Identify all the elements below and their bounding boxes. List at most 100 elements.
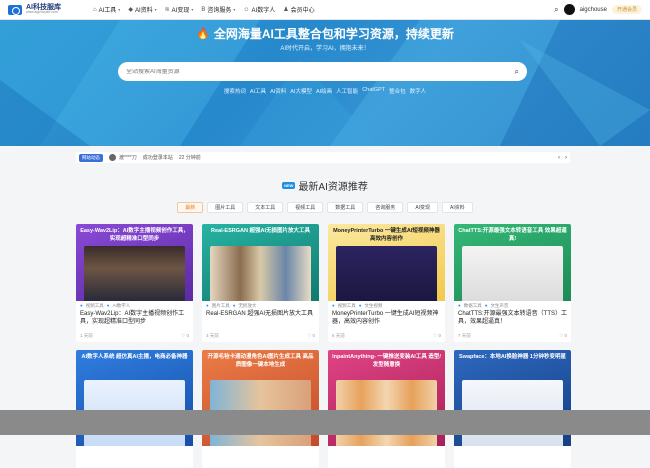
vip-button[interactable]: 开通会员 <box>611 5 642 14</box>
nav-label: 咨询服务 <box>207 8 232 14</box>
main-nav: ⌂ AI工具 ▾ ◆ AI资料 ▾ ≋ AI变现 ▾ B 咨询服务 ▾ ☺ AI数字人 ♟ 会员中心 <box>93 5 315 15</box>
category-dot-icon: ● <box>206 303 209 308</box>
hot-word[interactable]: 数字人 <box>410 87 427 95</box>
filter-text-tools[interactable]: 文本工具 <box>247 202 284 213</box>
category-dot-icon: ● <box>458 303 461 308</box>
card-time: 6 天前 <box>332 333 345 338</box>
nav-ai-materials[interactable]: ◆ AI资料 ▾ <box>128 5 156 14</box>
nav-ai-human[interactable]: ☺ AI数字人 <box>243 5 275 15</box>
filter-video-tools[interactable]: 视频工具 <box>287 202 324 213</box>
resource-card[interactable]: InpaintAnything- 一键推送变装AI工具 造型/发型随意换 <box>328 350 445 468</box>
card-category[interactable]: 文生声音 <box>490 303 508 309</box>
hot-word[interactable]: 整合包 <box>389 87 406 95</box>
category-filters: 最新 图片工具 文本工具 视频工具 数据工具 咨询服务 AI变现 AI资料 <box>0 202 650 213</box>
hot-label: 搜索热词 <box>223 89 246 95</box>
filter-consulting[interactable]: 咨询服务 <box>367 202 404 213</box>
thumb-title: Real-ESRGAN 超强AI无损图片放大工具 <box>210 228 310 234</box>
category-dot-icon: ● <box>484 303 488 308</box>
resource-card[interactable]: MoneyPrinterTurbo 一键生成AI短视频神器 高效内容创作 ● 视频… <box>328 224 445 342</box>
hot-word[interactable]: 人工智能 <box>336 87 358 95</box>
hero-search-box: ⌕ <box>118 62 527 81</box>
likes-count: 0 <box>564 333 567 338</box>
avatar[interactable] <box>563 4 575 15</box>
filter-ai-monetize[interactable]: AI变现 <box>407 202 439 213</box>
chevron-right-icon[interactable]: › <box>565 155 567 161</box>
hot-words: 搜索热词 AI工具 AI资料 AI大模型 AI绘画 人工智能 ChatGPT 整… <box>0 87 650 95</box>
card-category[interactable]: 无损放大 <box>238 303 256 309</box>
resource-card[interactable]: Real-ESRGAN 超强AI无损图片放大工具 ● 图片工具 ● 无损放大 Real… <box>202 224 319 342</box>
card-thumbnail[interactable]: Real-ESRGAN 超强AI无损图片放大工具 <box>202 224 319 301</box>
filter-image-tools[interactable]: 图片工具 <box>207 202 244 213</box>
chevron-down-icon: ▾ <box>191 7 194 12</box>
card-category[interactable]: AI数字人 <box>112 303 130 309</box>
card-title[interactable]: Real-ESRGAN 超强AI无损图片放大工具 <box>202 309 319 328</box>
card-category[interactable]: 视频工具 <box>86 303 104 309</box>
filter-ai-materials[interactable]: AI资料 <box>442 202 473 213</box>
card-category[interactable]: 图片工具 <box>212 303 230 309</box>
nav-ai-monetize[interactable]: ≋ AI变现 ▾ <box>165 5 194 14</box>
resource-card[interactable]: ChatTTS:开源最强文本转语音工具 效果超逼真! ● 数据工具 ● 文生声音 Ch… <box>454 224 571 342</box>
wifi-icon: ≋ <box>164 7 170 13</box>
hero-banner: 🔥 全网海量AI工具整合包和学习资源，持续更新 AI时代开启，学习AI，拥抱未来… <box>0 20 650 146</box>
card-time: 3 天前 <box>206 333 219 338</box>
hot-word[interactable]: AI资料 <box>270 87 286 95</box>
nav-label: AI工具 <box>98 8 117 14</box>
thumb-title: Easy-Wav2Lip：AI数字主播视频创作工具，实现超精准口型同步 <box>80 228 189 242</box>
bold-icon: B <box>201 6 206 13</box>
card-category[interactable]: 视频工具 <box>338 303 356 309</box>
category-dot-icon: ● <box>106 303 110 308</box>
thumb-title: MoneyPrinterTurbo 一键生成AI短视频神器 高效内容创作 <box>333 228 440 242</box>
section-title: 最新AI资源推荐 <box>298 182 368 193</box>
thumb-title: ChatTTS:开源最强文本转语音工具 效果超逼真! <box>458 228 567 242</box>
home-icon: ⌂ <box>93 6 97 13</box>
chevron-left-icon[interactable]: ‹ <box>558 155 560 161</box>
card-title[interactable]: ChatTTS:开源最强文本转语音（TTS）工具，效果超逼真！ <box>454 309 571 328</box>
hot-word[interactable]: AI工具 <box>250 87 266 95</box>
card-category[interactable]: 文生视频 <box>364 303 382 309</box>
search-input[interactable] <box>126 68 515 75</box>
tag-icon: ◆ <box>128 7 133 13</box>
category-dot-icon: ● <box>232 303 236 308</box>
activity-badge: 网站动态 <box>79 153 103 162</box>
card-title[interactable]: Easy-Wav2Lip：AI数字主播视频创作工具，实现超精准口型同步 <box>76 309 193 328</box>
card-title[interactable]: MoneyPrinterTurbo 一键生成AI短视频神器，高效内容创作 <box>328 309 445 328</box>
card-time: 7 天前 <box>458 333 471 338</box>
nav-ai-tools[interactable]: ⌂ AI工具 ▾ <box>93 5 121 15</box>
card-likes: ♡ 0 <box>181 333 189 339</box>
search-icon[interactable]: ⌕ <box>515 67 519 77</box>
thumb-image <box>210 246 311 301</box>
chevron-down-icon: ▾ <box>233 7 236 12</box>
card-thumbnail[interactable]: ChatTTS:开源最强文本转语音工具 效果超逼真! <box>454 224 571 301</box>
section-header: NEW 最新AI资源推荐 <box>0 178 650 193</box>
people-icon: ♟ <box>283 7 289 13</box>
resource-card[interactable]: Easy-Wav2Lip：AI数字主播视频创作工具，实现超精准口型同步 ● 视频工… <box>76 224 193 342</box>
likes-count: 0 <box>312 333 315 338</box>
username[interactable]: aigchouse <box>580 7 607 13</box>
resource-card[interactable]: Swapface：本地AI换脸神器 1分钟秒变明星 <box>454 350 571 468</box>
nav-consulting[interactable]: B 咨询服务 ▾ <box>201 5 236 15</box>
site-logo[interactable]: AI科技服库 www.aigchouse.com <box>8 4 78 15</box>
chevron-down-icon: ▾ <box>118 7 121 12</box>
hot-word[interactable]: ChatGPT <box>362 87 385 95</box>
top-navbar: AI科技服库 www.aigchouse.com ⌂ AI工具 ▾ ◆ AI资料 ▾ ≋… <box>0 0 650 20</box>
card-likes: ♡ 0 <box>559 333 567 339</box>
hot-word[interactable]: AI大模型 <box>290 87 312 95</box>
hot-word[interactable]: AI绘画 <box>316 87 332 95</box>
thumb-title: InpaintAnything- 一键推送变装AI工具 造型/发型随意换 <box>332 354 441 368</box>
category-dot-icon: ● <box>80 303 83 308</box>
filter-data-tools[interactable]: 数据工具 <box>327 202 364 213</box>
likes-count: 0 <box>438 333 441 338</box>
resource-card[interactable]: 开源毛毡卡通动漫角色AI图片生成工具 高品质图像一键本地生成 <box>202 350 319 468</box>
footer-overlay <box>0 410 650 435</box>
hero-subtitle: AI时代开启，学习AI，拥抱未来！ <box>280 46 370 52</box>
card-category[interactable]: 数据工具 <box>464 303 482 309</box>
flame-icon: 🔥 <box>196 28 210 40</box>
resource-card[interactable]: AI数字人系统 超仿真AI主播，电商必备神器 <box>76 350 193 468</box>
nav-member-center[interactable]: ♟ 会员中心 <box>283 5 314 14</box>
card-thumbnail[interactable]: Easy-Wav2Lip：AI数字主播视频创作工具，实现超精准口型同步 <box>76 224 193 301</box>
thumb-image <box>84 246 185 301</box>
filter-latest[interactable]: 最新 <box>177 202 204 213</box>
thumb-image <box>462 246 563 301</box>
card-thumbnail[interactable]: MoneyPrinterTurbo 一键生成AI短视频神器 高效内容创作 <box>328 224 445 301</box>
search-icon[interactable]: ⌕ <box>554 5 558 15</box>
